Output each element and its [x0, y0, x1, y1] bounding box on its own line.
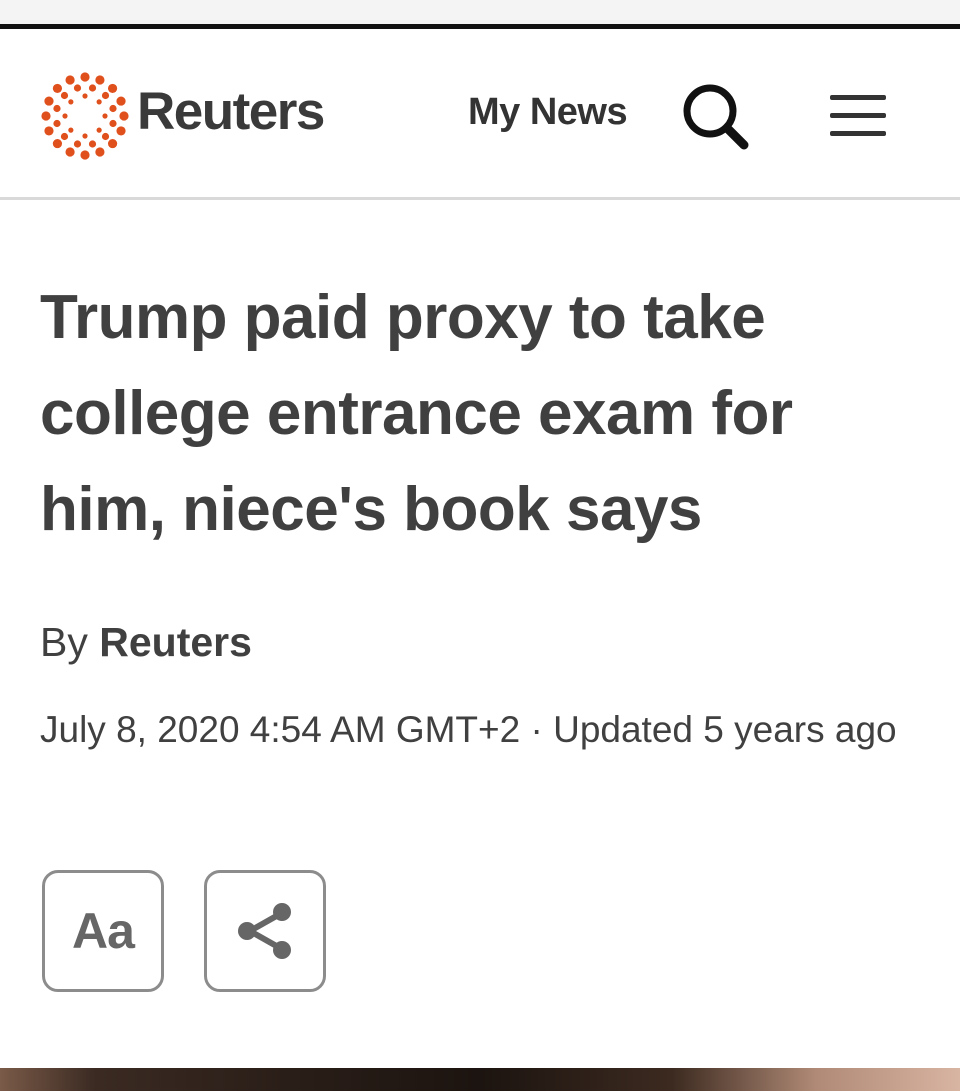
logo-dot	[82, 133, 88, 139]
my-news-link[interactable]: My News	[468, 89, 628, 135]
logo-dot	[60, 132, 69, 141]
logo-dot	[82, 93, 88, 99]
article-headline: Trump paid proxy to take college entranc…	[40, 283, 793, 544]
logo-dot	[65, 75, 75, 85]
logo-dot	[116, 126, 126, 136]
article-dateline: July 8, 2020 4:54 AM GMT+2 · Updated 5 y…	[40, 709, 897, 750]
reuters-logo[interactable]	[40, 71, 130, 161]
logo-dot	[68, 127, 74, 133]
share-icon	[238, 903, 291, 959]
logo-dot	[52, 138, 63, 149]
logo-dot	[109, 119, 117, 128]
logo-dot	[95, 75, 105, 85]
logo-dot	[73, 84, 82, 92]
logo-dot	[107, 83, 118, 94]
logo-dot	[116, 96, 126, 106]
logo-dot	[44, 96, 54, 106]
logo-dot	[44, 126, 54, 136]
hero-image	[0, 1068, 960, 1091]
font-size-button[interactable]: Aa	[42, 870, 164, 992]
logo-dot	[96, 127, 102, 133]
logo-dot	[52, 83, 63, 94]
font-size-label: Aa	[72, 903, 135, 959]
share-button[interactable]	[204, 870, 326, 992]
logo-dot	[65, 147, 75, 157]
logo-dot	[53, 119, 61, 128]
logo-dot	[88, 84, 97, 92]
logo-dot	[41, 111, 51, 121]
byline: By Reuters	[40, 616, 252, 668]
byline-prefix: By	[40, 619, 88, 665]
logo-dot	[102, 113, 108, 119]
logo-dot	[96, 99, 102, 105]
logo-dot	[62, 113, 68, 119]
search-icon[interactable]	[678, 79, 754, 155]
status-bar	[0, 0, 960, 24]
brand-wordmark[interactable]: Reuters	[137, 79, 325, 145]
logo-dot	[60, 91, 69, 100]
logo-dot	[107, 138, 118, 149]
logo-dot	[68, 99, 74, 105]
logo-dot	[95, 147, 105, 157]
hamburger-menu-icon[interactable]	[826, 89, 890, 143]
logo-dot	[101, 132, 110, 141]
logo-dot	[80, 150, 90, 160]
logo-dot	[73, 140, 82, 148]
byline-author-link[interactable]: Reuters	[99, 619, 252, 665]
logo-dot	[88, 140, 97, 148]
logo-dot	[53, 104, 61, 113]
logo-dot	[101, 91, 110, 100]
site-header: Reuters My News	[0, 29, 960, 200]
logo-dot	[109, 104, 117, 113]
logo-dot	[119, 111, 129, 121]
logo-dot	[80, 72, 90, 82]
